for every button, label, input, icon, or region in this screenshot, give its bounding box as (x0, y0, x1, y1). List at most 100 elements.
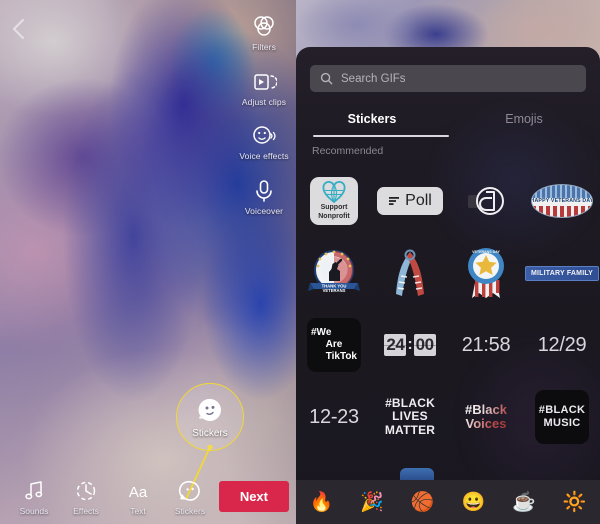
voice-effects-icon (253, 126, 276, 144)
emoji-quick-bar: 🔥 🎉 🏀 😀 ☕ 🔆 (296, 480, 600, 524)
sticker-flip-clock[interactable]: 24 : 00 (372, 309, 448, 381)
sticker-support-nonprofit[interactable]: Support Nonprofit (296, 165, 372, 237)
tool-filters[interactable]: Filters (236, 14, 292, 53)
sticker-sheet-pane: Stickers Emojis Recommended (296, 0, 600, 524)
stickers-highlight-annotation[interactable]: Stickers (176, 383, 244, 451)
american-flag-ribbon-icon (396, 249, 424, 296)
sticker-row: #We Are TikTok 24 : 00 21:58 12/29 (296, 309, 600, 381)
coffee-emoji[interactable]: ☕ (499, 493, 550, 512)
sticker-veterans-rosette[interactable]: VETERANS DAY (448, 237, 524, 309)
party-popper-emoji[interactable]: 🎉 (347, 493, 398, 512)
section-label: Recommended (312, 145, 384, 157)
tool-label: Voiceover (244, 205, 284, 216)
filters-icon (254, 16, 274, 36)
sticker-happy-veterans-day[interactable]: HAPPY VETERANS DAY (524, 165, 600, 237)
sticker-label: HAPPY VETERANS DAY (531, 198, 593, 204)
tab-label: Emojis (505, 112, 543, 126)
sticker-military-family[interactable]: MILITARY FAMILY (524, 237, 600, 309)
sticker-black-lives-matter[interactable]: #BLACK LIVES MATTER (372, 381, 448, 453)
sticker-label: 12-23 (309, 405, 359, 428)
tool-voiceover[interactable]: Voiceover (236, 178, 292, 217)
flip-clock-hours: 24 (384, 334, 407, 356)
sticker-label: MILITARY FAMILY (530, 269, 594, 277)
sticker-label: Are (325, 338, 343, 350)
sticker-row: 12-23 #BLACK LIVES MATTER #Black Voices (296, 381, 600, 453)
toolbar-label: Sounds (19, 505, 49, 516)
chevron-left-icon[interactable] (8, 16, 30, 42)
sticker-row: Support Nonprofit Poll HAPPY VETERANS DA… (296, 165, 600, 237)
mention-icon (468, 187, 504, 215)
sticker-sheet: Stickers Emojis Recommended (296, 47, 600, 524)
poll-bars-icon (389, 197, 400, 205)
sticker-label: Nonprofit (318, 213, 350, 220)
sticker-label: TikTok (325, 351, 357, 363)
sheet-tabs: Stickers Emojis (296, 102, 600, 136)
thank-you-veterans-badge: THANK YOU VETERANS (308, 250, 360, 293)
sticker-label: Support (320, 204, 348, 212)
toolbar-item-effects[interactable]: Effects (60, 479, 112, 516)
svg-text:VETERANS: VETERANS (323, 288, 346, 293)
sticker-black-voices[interactable]: #Black Voices (448, 381, 524, 453)
video-bottom-toolbar: Sounds Effects Aa Text Stickers Next (0, 470, 296, 524)
sticker-label: #BLACK (385, 395, 435, 410)
sticker-label: Poll (405, 192, 432, 209)
sun-emoji[interactable]: 🔆 (549, 493, 600, 512)
sticker-label: #Black (465, 402, 507, 418)
grinning-face-emoji[interactable]: 😀 (448, 493, 499, 512)
sticker-label: #BLACK (538, 404, 586, 417)
next-button[interactable]: Next (218, 481, 289, 512)
effects-icon (76, 481, 96, 500)
sticker-row: THANK YOU VETERANS VETERANS DAY MILITARY… (296, 237, 600, 309)
sticker-label: Voices (465, 416, 507, 431)
flag-stripes-band (532, 206, 592, 217)
sticker-black-music[interactable]: #BLACK MUSIC (524, 381, 600, 453)
tab-stickers[interactable]: Stickers (296, 102, 448, 136)
basketball-emoji[interactable]: 🏀 (397, 493, 448, 512)
flip-clock-colon: : (407, 336, 413, 353)
veterans-day-rosette-icon: VETERANS DAY (468, 248, 504, 298)
sticker-date-slash[interactable]: 12/29 (524, 309, 600, 381)
tool-adjust-clips[interactable]: Adjust clips (236, 69, 292, 108)
toolbar-label: Effects (73, 505, 99, 516)
fire-emoji[interactable]: 🔥 (296, 493, 347, 512)
sticker-time[interactable]: 21:58 (448, 309, 524, 381)
heart-globe-icon (322, 181, 346, 204)
microphone-icon (256, 179, 272, 202)
search-icon (320, 72, 333, 85)
sticker-thank-you-veterans[interactable]: THANK YOU VETERANS (296, 237, 372, 309)
sticker-poll[interactable]: Poll (372, 165, 448, 237)
flag-stars-band (532, 185, 592, 198)
text-aa-icon: Aa (129, 484, 148, 501)
tab-emojis[interactable]: Emojis (448, 102, 600, 136)
svg-text:Aa: Aa (129, 484, 148, 501)
search-input[interactable] (341, 72, 576, 85)
toolbar-label: Text (130, 505, 146, 516)
tool-label: Voice effects (239, 151, 289, 162)
sticker-icon (178, 480, 200, 501)
toolbar-item-text[interactable]: Aa Text (112, 479, 164, 516)
toolbar-item-stickers[interactable]: Stickers (164, 479, 216, 516)
toolbar-item-sounds[interactable]: Sounds (8, 479, 60, 516)
toolbar-label: Stickers (174, 505, 206, 516)
sticker-date-dash[interactable]: 12-23 (296, 381, 372, 453)
sticker-icon (198, 398, 221, 421)
search-bar[interactable] (310, 65, 586, 92)
annotation-label: Stickers (192, 427, 228, 439)
svg-text:VETERANS DAY: VETERANS DAY (472, 250, 500, 254)
sticker-label: #We (311, 326, 332, 338)
sticker-flag-ribbon[interactable] (372, 237, 448, 309)
sticker-mention[interactable] (448, 165, 524, 237)
active-tab-underline (313, 135, 449, 137)
tool-voice-effects[interactable]: Voice effects (236, 123, 292, 162)
video-editor-pane: Filters Adjust clips Voice effects Voice… (0, 0, 296, 524)
tool-label: Adjust clips (241, 96, 287, 107)
screen-root: Filters Adjust clips Voice effects Voice… (0, 0, 600, 524)
sticker-we-are-tiktok[interactable]: #We Are TikTok (296, 309, 372, 381)
video-tool-rail: Filters Adjust clips Voice effects Voice… (236, 14, 292, 216)
music-note-icon (25, 480, 43, 499)
tool-label: Filters (252, 42, 276, 52)
tab-label: Stickers (347, 112, 397, 126)
adjust-clips-icon (254, 73, 277, 90)
emoji-drag-handle[interactable] (400, 468, 434, 480)
sticker-label: MATTER (384, 422, 436, 437)
